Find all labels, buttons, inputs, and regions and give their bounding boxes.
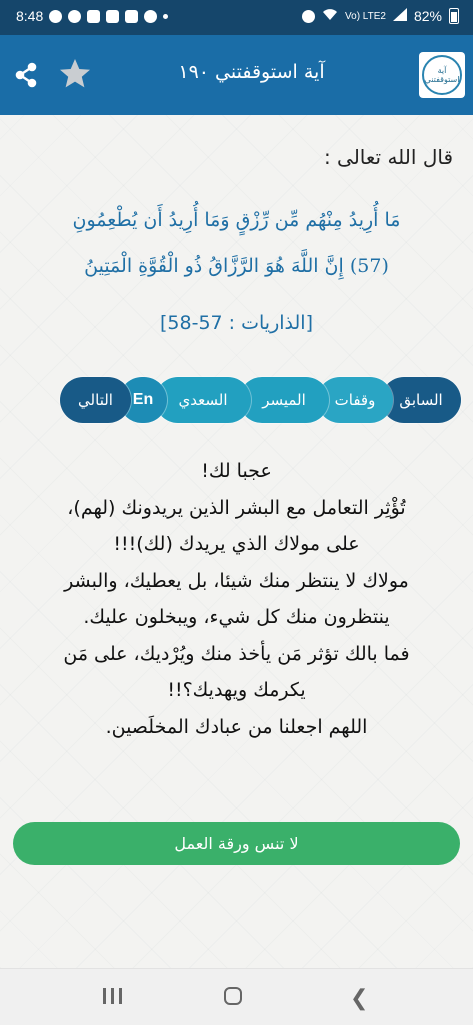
body-line: اللهم اجعلنا من عبادك المخلَصين.: [105, 715, 368, 738]
gallery-notification-icon: [125, 9, 139, 23]
network-label: Vo) LTE2: [345, 10, 386, 22]
recent-apps-icon[interactable]: [103, 988, 122, 1004]
youtube-notification-icon-2: [106, 9, 120, 23]
body-line: يكرمك ويهديك؟!!: [167, 679, 306, 701]
more-notifications-dot: [163, 13, 169, 19]
next-button[interactable]: التالي: [60, 377, 131, 423]
body-line: فما بالك تؤثر مَن يأخذ منك ويُرْديك، على…: [63, 642, 410, 665]
status-time: 8:48: [16, 8, 44, 24]
logo-text: آية استوقفتني: [422, 55, 462, 95]
body-line: تُؤْثِر التعامل مع البشر الذين يريدونك (…: [67, 496, 406, 519]
verse-reference: [الذاريات : 57-58]: [159, 312, 313, 334]
verse-line-2: (57) إِنَّ اللَّهَ هُوَ الرَّزَّاقُ ذُو …: [84, 255, 389, 277]
youtube-notification-icon: [87, 9, 101, 23]
quran-verse: مَا أُرِيدُ مِنْهُم مِّن رِّزْقٍ وَمَا أ…: [14, 197, 459, 289]
back-icon[interactable]: ❮: [350, 986, 368, 1011]
app-bar: آية استوقفتني ١٩٠ آية استوقفتني: [0, 35, 473, 115]
whatsapp-notification-icon: [49, 9, 63, 23]
status-bar: 8:48 Vo) LTE2 82%: [0, 0, 473, 35]
app-logo: آية استوقفتني: [419, 52, 465, 98]
battery-percent: 82%: [413, 8, 442, 24]
verse-intro: قال الله تعالى :: [323, 145, 453, 169]
tab-muyassar[interactable]: الميسر: [239, 377, 329, 423]
body-line: عجبا لك!: [201, 460, 272, 482]
tab-saadi[interactable]: السعدي: [155, 377, 251, 423]
signal-icon: [392, 8, 407, 24]
system-nav-bar: ❮: [0, 968, 473, 1025]
previous-button[interactable]: السابق: [381, 377, 461, 423]
verse-content: قال الله تعالى : مَا أُرِيدُ مِنْهُم مِّ…: [0, 115, 473, 968]
share-icon[interactable]: [12, 61, 40, 89]
tafsir-tabs: السابق وقفات الميسر السعدي En التالي: [12, 377, 461, 423]
status-left: 8:48: [16, 8, 169, 24]
verse-line-1: مَا أُرِيدُ مِنْهُم مِّن رِّزْقٍ وَمَا أ…: [72, 209, 401, 231]
alarm-icon: [302, 9, 316, 23]
messenger-notification-icon: [68, 9, 82, 23]
body-line: على مولاك الذي يريدك (لك)!!!: [113, 533, 360, 555]
wifi-icon: [322, 8, 338, 24]
battery-icon: [449, 8, 459, 24]
status-right: Vo) LTE2 82%: [302, 8, 459, 24]
home-icon[interactable]: [224, 987, 242, 1005]
body-line: ينتظرون منك كل شيء، ويبخلون عليك.: [83, 606, 390, 628]
star-icon[interactable]: [58, 57, 92, 91]
body-line: مولاك لا ينتظر منك شيئا، بل يعطيك، والبش…: [64, 569, 409, 592]
account-notification-icon: [144, 9, 158, 23]
page-title: آية استوقفتني ١٩٠: [178, 61, 325, 83]
worksheet-button[interactable]: لا تنس ورقة العمل: [13, 822, 460, 865]
reflection-text: عجبا لك! تُؤْثِر التعامل مع البشر الذين …: [14, 453, 459, 745]
